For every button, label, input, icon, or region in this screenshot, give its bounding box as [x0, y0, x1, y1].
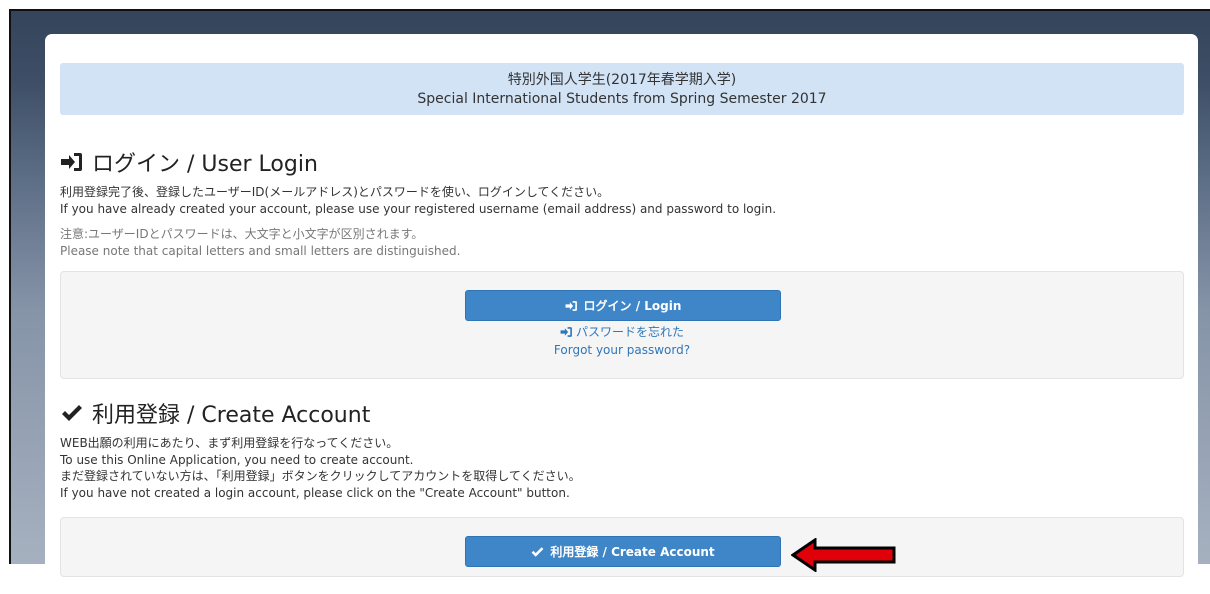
- login-heading: ログイン / User Login: [60, 146, 318, 178]
- login-desc-en: If you have already created your account…: [60, 201, 777, 216]
- login-note-ja: 注意:ユーザーIDとパスワードは、大文字と小文字が区別されます。: [60, 227, 424, 241]
- create-heading-text: 利用登録 / Create Account: [92, 403, 371, 428]
- create-description: WEB出願の利用にあたり、まず利用登録を行なってください。 To use thi…: [60, 435, 581, 501]
- create-heading: 利用登録 / Create Account: [60, 397, 370, 429]
- create-well: 利用登録 / Create Account: [60, 517, 1184, 577]
- login-heading-text: ログイン / User Login: [92, 152, 318, 177]
- main-panel: 特別外国人学生(2017年春学期入学) Special Internationa…: [45, 34, 1198, 594]
- sign-in-icon: [560, 327, 572, 337]
- browser-background: 特別外国人学生(2017年春学期入学) Special Internationa…: [9, 9, 1210, 594]
- create-line2-en: If you have not created a login account,…: [60, 485, 570, 500]
- check-icon: [531, 546, 544, 557]
- page-banner: 特別外国人学生(2017年春学期入学) Special Internationa…: [60, 63, 1184, 115]
- banner-title-ja: 特別外国人学生(2017年春学期入学): [507, 72, 737, 88]
- login-well: ログイン / Login パスワードを忘れた Forgot your passw…: [60, 271, 1184, 379]
- left-arrow-icon: [791, 538, 896, 572]
- banner-title-en: Special International Students from Spri…: [417, 91, 827, 107]
- forgot-password-text-ja: パスワードを忘れた: [575, 325, 684, 339]
- login-description: 利用登録完了後、登録したユーザーID(メールアドレス)とパスワードを使い、ログイ…: [60, 184, 776, 217]
- sign-in-icon: [60, 150, 84, 174]
- login-desc-ja: 利用登録完了後、登録したユーザーID(メールアドレス)とパスワードを使い、ログイ…: [60, 185, 610, 199]
- sign-in-icon: [565, 300, 577, 311]
- create-line2-ja: まだ登録されていない方は、「利用登録」ボタンをクリックしてアカウントを取得してく…: [60, 469, 581, 483]
- login-note-en: Please note that capital letters and sma…: [60, 243, 461, 258]
- create-line1-ja: WEB出願の利用にあたり、まず利用登録を行なってください。: [60, 436, 399, 450]
- check-icon: [60, 401, 84, 425]
- login-button-label: ログイン / Login: [583, 299, 682, 313]
- create-account-button[interactable]: 利用登録 / Create Account: [465, 536, 781, 567]
- login-button[interactable]: ログイン / Login: [465, 290, 781, 321]
- forgot-password-link-ja[interactable]: パスワードを忘れた: [61, 324, 1183, 340]
- forgot-password-link-en[interactable]: Forgot your password?: [61, 342, 1183, 358]
- create-button-label: 利用登録 / Create Account: [550, 545, 715, 559]
- login-note: 注意:ユーザーIDとパスワードは、大文字と小文字が区別されます。 Please …: [60, 226, 460, 259]
- create-line1-en: To use this Online Application, you need…: [60, 452, 414, 467]
